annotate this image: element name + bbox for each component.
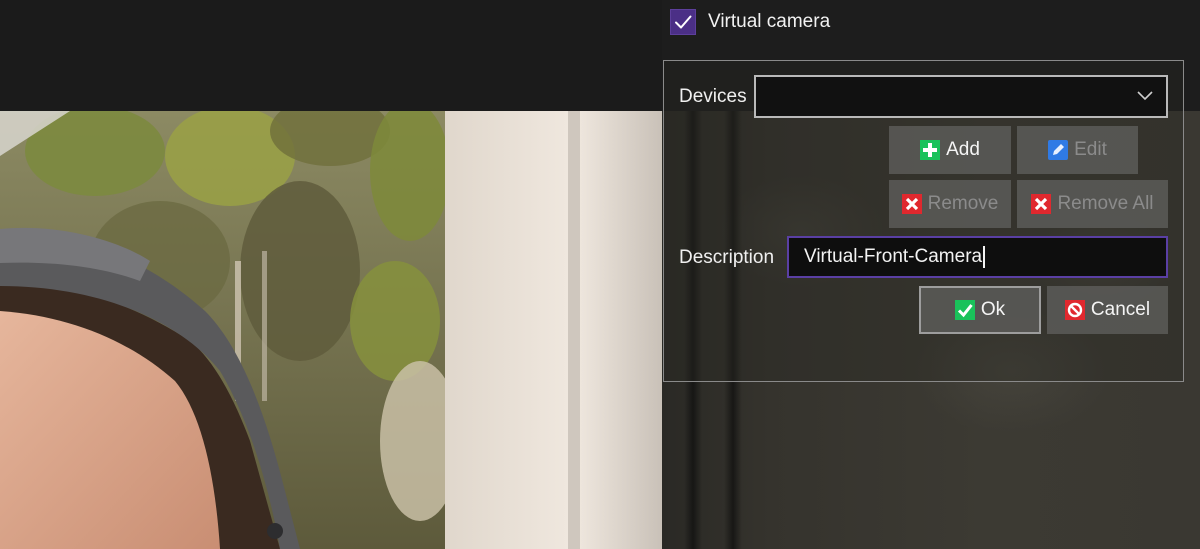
edit-button-label: Edit (1074, 139, 1107, 160)
description-input[interactable]: Virtual-Front-Camera (787, 236, 1168, 278)
chevron-down-icon (1137, 91, 1153, 101)
devices-label: Devices (679, 86, 747, 107)
text-caret (983, 246, 986, 268)
remove-x-icon (1031, 194, 1052, 214)
cancel-button[interactable]: Cancel (1047, 286, 1168, 334)
remove-button-label: Remove (927, 193, 999, 214)
check-icon (954, 300, 975, 320)
edit-button[interactable]: Edit (1017, 126, 1138, 174)
pencil-icon (1048, 140, 1069, 160)
virtual-camera-row[interactable]: Virtual camera (670, 8, 830, 36)
description-label: Description (679, 247, 775, 268)
ok-button[interactable]: Ok (919, 286, 1041, 334)
devices-dropdown[interactable] (754, 75, 1168, 118)
virtual-camera-checkbox[interactable] (670, 9, 696, 35)
description-input-value: Virtual-Front-Camera (804, 246, 983, 267)
ok-button-label: Ok (980, 299, 1006, 320)
no-entry-icon (1064, 300, 1085, 320)
remove-button[interactable]: Remove (889, 180, 1011, 228)
add-button-label: Add (946, 139, 980, 160)
cancel-button-label: Cancel (1090, 299, 1151, 320)
remove-x-icon (901, 194, 922, 214)
plus-icon (920, 140, 941, 160)
remove-all-button[interactable]: Remove All (1017, 180, 1168, 228)
remove-all-button-label: Remove All (1057, 193, 1154, 214)
check-icon (675, 15, 692, 29)
camera-preview-image (0, 111, 662, 549)
camera-preview (0, 111, 662, 549)
add-button[interactable]: Add (889, 126, 1011, 174)
app-window: Virtual camera Devices Add Edit Remove R… (0, 0, 1200, 549)
virtual-camera-label: Virtual camera (708, 11, 831, 32)
